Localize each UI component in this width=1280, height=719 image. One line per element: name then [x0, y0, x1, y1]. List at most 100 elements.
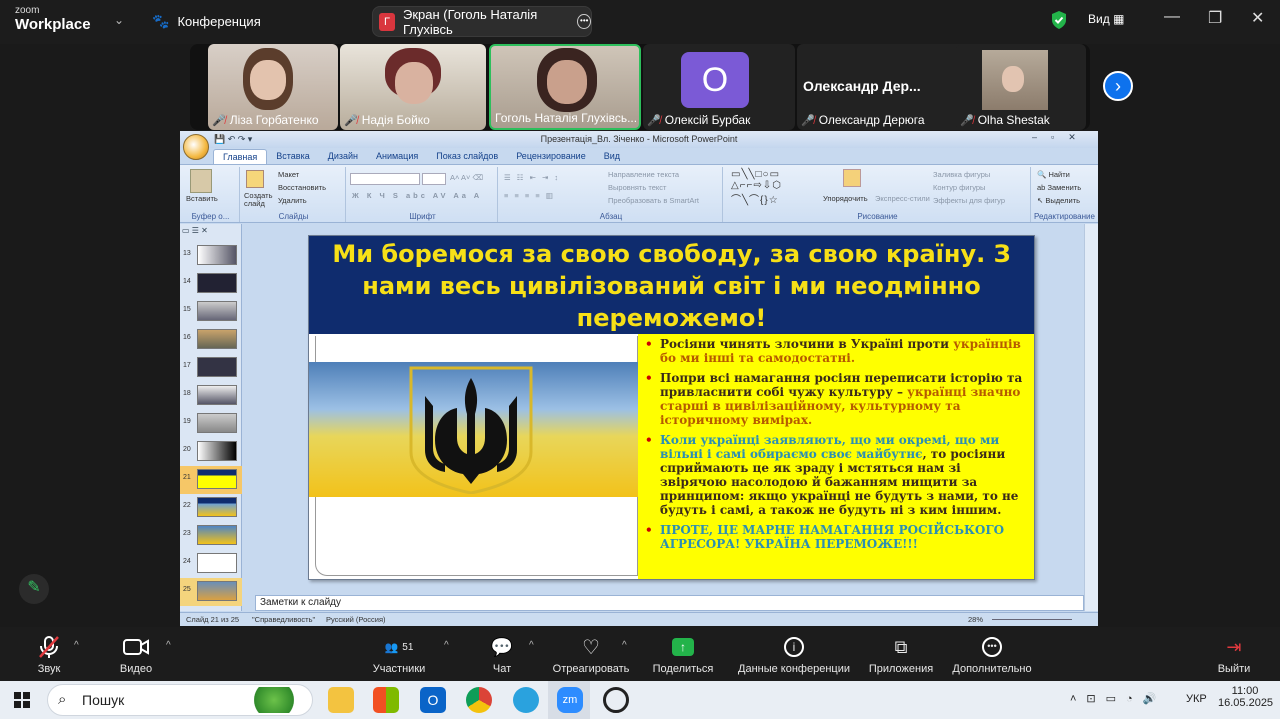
- participant-tile[interactable]: Олександр Дер... 🎤̸ Олександр Дерюга: [797, 44, 977, 130]
- current-slide[interactable]: Ми боремося за свою свободу, за свою кра…: [308, 235, 1035, 580]
- react-caret[interactable]: ^: [622, 640, 627, 651]
- participant-tile[interactable]: 🎤̸ Надія Бойко: [340, 44, 486, 130]
- chevron-down-icon[interactable]: ⌄: [114, 13, 124, 27]
- input-language[interactable]: УКР: [1186, 693, 1207, 705]
- participant-tile-active[interactable]: Гоголь Наталія Глухівсь...: [489, 44, 641, 130]
- video-options-caret[interactable]: ^: [166, 640, 171, 651]
- tab-animation[interactable]: Анимация: [367, 149, 427, 164]
- thumbnail[interactable]: 22: [180, 494, 242, 522]
- participant-tile[interactable]: 🎤̸ Olha Shestak: [956, 44, 1086, 130]
- font-format-buttons[interactable]: Ж К Ч S abc AV Aa A: [352, 191, 482, 200]
- tab-home[interactable]: Главная: [213, 149, 268, 164]
- thumbnail[interactable]: 18: [180, 382, 242, 410]
- thumbnail[interactable]: 13: [180, 242, 242, 270]
- meeting-info-button[interactable]: i Данные конференции: [734, 635, 854, 675]
- store-icon[interactable]: [373, 687, 399, 713]
- quick-styles-button[interactable]: Экспресс-стили: [875, 194, 930, 203]
- shield-icon[interactable]: [1050, 10, 1068, 30]
- meeting-menu[interactable]: 🐾 Конференция: [152, 13, 261, 30]
- telegram-icon[interactable]: [513, 687, 539, 713]
- thumbnail[interactable]: 15: [180, 298, 242, 326]
- screen-share-pill[interactable]: Г Экран (Гоголь Наталія Глухівсь •••: [372, 6, 592, 37]
- participants-button[interactable]: 👥 51 Участники: [366, 635, 432, 676]
- share-button[interactable]: ↑ Поделиться: [648, 635, 718, 675]
- chat-button[interactable]: 💬 Чат: [484, 635, 520, 676]
- file-explorer-icon[interactable]: [328, 687, 354, 713]
- react-button[interactable]: ♡ Отреагировать: [550, 635, 632, 676]
- tab-slideshow[interactable]: Показ слайдов: [427, 149, 507, 164]
- panel-tabs[interactable]: ▭ ☰ ✕: [182, 226, 208, 235]
- participants-caret[interactable]: ^: [444, 640, 449, 651]
- thumbnail[interactable]: 25: [180, 578, 242, 606]
- audio-button[interactable]: Звук: [28, 635, 70, 675]
- thumbnail[interactable]: 14: [180, 270, 242, 298]
- tab-view[interactable]: Вид: [595, 149, 629, 164]
- bullet-1: Росіяни чинять злочини в Україні проти у…: [645, 337, 1026, 365]
- find-button[interactable]: 🔍 Найти: [1037, 170, 1070, 179]
- view-button[interactable]: Вид ▦: [1088, 12, 1124, 26]
- annotate-pen-button[interactable]: ✎: [19, 574, 49, 604]
- chrome-icon[interactable]: [466, 687, 492, 713]
- outlook-icon[interactable]: O: [420, 687, 446, 713]
- replace-button[interactable]: ab Заменить: [1037, 183, 1081, 192]
- paste-button[interactable]: Вставить: [186, 194, 218, 203]
- next-participants-button[interactable]: ›: [1103, 71, 1133, 101]
- delete-button[interactable]: Удалить: [278, 196, 307, 205]
- bird-illustration: [254, 687, 304, 713]
- close-icon[interactable]: ✕: [1251, 8, 1264, 28]
- video-button[interactable]: Видео: [112, 635, 160, 675]
- search-box[interactable]: ⌕ Пошук: [47, 684, 313, 716]
- system-tray-icons[interactable]: ˄⊡▭◔🔊: [1070, 692, 1166, 705]
- share-screen-icon: ↑: [648, 635, 718, 659]
- outline-button[interactable]: Контур фигуры: [933, 183, 985, 192]
- shapes-gallery[interactable]: ▭╲╲□○▭ △⌐⌐⇨⇩⬡ ⌒╲⌒{}☆: [731, 169, 782, 206]
- select-button[interactable]: ↖ Выделить: [1037, 196, 1080, 205]
- new-slide-button[interactable]: Создать слайд: [244, 192, 274, 208]
- thumbnail-selected[interactable]: 21: [180, 466, 242, 494]
- font-size-buttons[interactable]: A˄ A˅ ⌫: [450, 173, 483, 182]
- thumbnail[interactable]: 16: [180, 326, 242, 354]
- text-direction-button[interactable]: Направление текста: [608, 170, 679, 179]
- effects-button[interactable]: Эффекты для фигур: [933, 196, 1005, 205]
- thumbnail[interactable]: 23: [180, 522, 242, 550]
- notes-pane[interactable]: Заметки к слайду: [255, 595, 1084, 611]
- zoom-level[interactable]: 28%: [968, 613, 983, 626]
- smartart-button[interactable]: Преобразовать в SmartArt: [608, 196, 699, 205]
- obs-icon[interactable]: [603, 687, 629, 713]
- list-buttons[interactable]: ☰ ☷ ⇤ ⇥ ↕: [504, 173, 560, 182]
- thumbnail[interactable]: 19: [180, 410, 242, 438]
- arrange-button[interactable]: Упорядочить: [823, 194, 868, 203]
- apps-button[interactable]: ⧉ Приложения: [864, 635, 938, 676]
- maximize-icon[interactable]: ❐: [1208, 8, 1222, 28]
- more-options-icon[interactable]: •••: [577, 14, 591, 29]
- layout-button[interactable]: Макет: [278, 170, 299, 179]
- font-name-combo[interactable]: [350, 173, 420, 185]
- office-button[interactable]: [183, 134, 209, 160]
- participant-tile[interactable]: 🎤̸ Ліза Горбатенко: [208, 44, 338, 130]
- thumbnail[interactable]: 24: [180, 550, 242, 578]
- thumbnail[interactable]: 17: [180, 354, 242, 382]
- zoom-app-icon[interactable]: zm: [557, 687, 583, 713]
- quick-access-toolbar[interactable]: 💾 ↶ ↷ ▾: [214, 134, 252, 145]
- align-text-button[interactable]: Выровнять текст: [608, 183, 666, 192]
- clock[interactable]: 11:00 16.05.2025: [1218, 685, 1273, 709]
- tab-review[interactable]: Рецензирование: [507, 149, 595, 164]
- reset-button[interactable]: Восстановить: [278, 183, 326, 192]
- leave-button[interactable]: ⇥ Выйти: [1214, 635, 1254, 676]
- align-buttons[interactable]: ≡ ≡ ≡ ≡ ▥: [504, 191, 555, 200]
- participant-tile[interactable]: O 🎤̸ Олексій Бурбак: [643, 44, 795, 130]
- more-button[interactable]: ••• Дополнительно: [948, 635, 1036, 675]
- chat-caret[interactable]: ^: [529, 640, 534, 651]
- zoom-slider[interactable]: [992, 619, 1072, 620]
- font-size-combo[interactable]: [422, 173, 446, 185]
- windows-start-icon[interactable]: [14, 692, 30, 708]
- vertical-scrollbar[interactable]: [1084, 224, 1098, 611]
- muted-mic-icon: 🎤̸: [801, 114, 815, 127]
- fill-button[interactable]: Заливка фигуры: [933, 170, 990, 179]
- minimize-icon[interactable]: —: [1164, 8, 1180, 26]
- tab-design[interactable]: Дизайн: [319, 149, 367, 164]
- thumbnail[interactable]: 20: [180, 438, 242, 466]
- audio-options-caret[interactable]: ^: [74, 640, 79, 651]
- ppt-window-controls[interactable]: –▫✕: [1032, 132, 1090, 143]
- tab-insert[interactable]: Вставка: [267, 149, 318, 164]
